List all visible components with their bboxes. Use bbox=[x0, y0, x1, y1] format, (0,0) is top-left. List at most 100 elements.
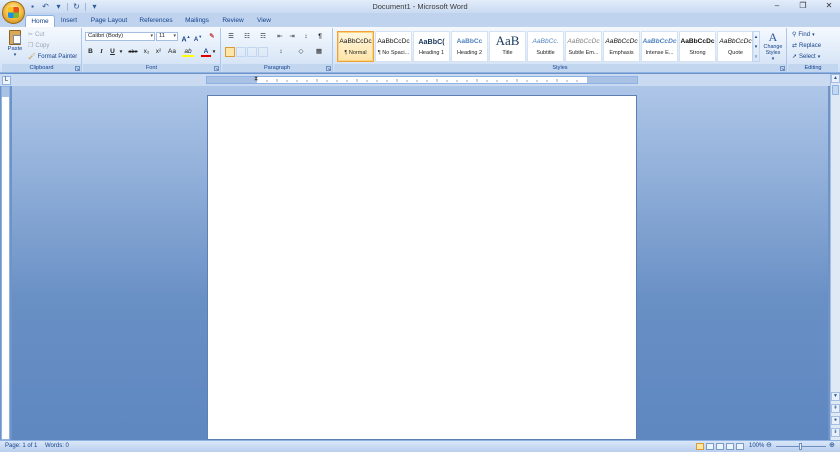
zoom-in-icon[interactable]: ⊕ bbox=[829, 441, 835, 449]
style-preview: AaBbCcDc bbox=[642, 38, 677, 45]
word-count[interactable]: Words: 0 bbox=[45, 443, 69, 449]
font-size-select[interactable]: 11 ▾ bbox=[156, 32, 178, 41]
styles-dialog-launcher-icon[interactable]: ↘ bbox=[780, 66, 785, 71]
select-button[interactable]: ➚ Select ▾ bbox=[792, 52, 820, 61]
next-page-icon[interactable]: ⇟ bbox=[831, 428, 840, 437]
tab-review[interactable]: Review bbox=[218, 15, 248, 27]
decrease-indent-button[interactable]: ⇤ bbox=[275, 32, 285, 42]
vertical-scrollbar[interactable]: ▲ ▼ ⇞ ● ⇟ bbox=[830, 74, 840, 440]
align-left-icon[interactable] bbox=[225, 47, 235, 57]
style-heading-1[interactable]: AaBbC(Heading 1 bbox=[413, 31, 450, 62]
strikethrough-button[interactable]: abe bbox=[127, 47, 139, 57]
horizontal-ruler[interactable]: ⧗ bbox=[206, 76, 638, 84]
font-dialog-launcher-icon[interactable]: ↘ bbox=[214, 66, 219, 71]
style-subtitle[interactable]: AaBbCc. Subtitle bbox=[527, 31, 564, 62]
subscript-button[interactable]: x₂ bbox=[141, 47, 152, 57]
style-name: Subtitle bbox=[536, 50, 555, 56]
tab-insert[interactable]: Insert bbox=[56, 15, 82, 27]
change-styles-button[interactable]: A Change Styles ▾ bbox=[761, 30, 785, 62]
minimize-button[interactable]: – bbox=[770, 1, 784, 11]
browse-object-icon[interactable]: ● bbox=[831, 416, 840, 425]
left-margin-area bbox=[207, 77, 257, 83]
bullets-button[interactable]: ☰ bbox=[225, 32, 237, 42]
line-spacing-button[interactable]: ↕ bbox=[275, 47, 287, 57]
ribbon: Paste ▾ ✂ Cut ❐ Copy 🖌 Format Painter Cl… bbox=[0, 27, 840, 73]
office-button[interactable] bbox=[2, 1, 25, 24]
font-color-dropdown-icon[interactable]: ▾ bbox=[211, 47, 217, 57]
paste-button[interactable]: Paste ▾ bbox=[5, 30, 25, 60]
style-strong[interactable]: AaBbCcDc Strong bbox=[679, 31, 716, 62]
tab-view[interactable]: View bbox=[250, 15, 278, 27]
tab-selector-button[interactable]: L bbox=[2, 76, 11, 85]
highlight-button[interactable]: ab bbox=[182, 47, 194, 57]
style-name: Intense E... bbox=[645, 50, 674, 56]
select-label: Select bbox=[799, 53, 816, 60]
bold-button[interactable]: B bbox=[86, 47, 95, 57]
find-button[interactable]: ⚲ Find ▾ bbox=[792, 30, 815, 39]
full-screen-reading-view-icon[interactable] bbox=[706, 443, 714, 450]
web-layout-view-icon[interactable] bbox=[716, 443, 724, 450]
italic-button[interactable]: I bbox=[97, 47, 106, 57]
style-title[interactable]: AaB Title bbox=[489, 31, 526, 62]
format-painter-button[interactable]: 🖌 Format Painter bbox=[28, 52, 77, 61]
scissors-icon: ✂ bbox=[28, 32, 34, 38]
zoom-slider-thumb[interactable] bbox=[799, 443, 802, 450]
zoom-out-icon[interactable]: ⊖ bbox=[766, 441, 772, 449]
print-layout-view-icon[interactable] bbox=[696, 443, 704, 450]
style-quote[interactable]: AaBbCcDc Quote bbox=[717, 31, 754, 62]
numbering-button[interactable]: ☷ bbox=[241, 32, 253, 42]
zoom-level[interactable]: 100% bbox=[749, 443, 764, 449]
cursor-icon: ➚ bbox=[792, 54, 798, 60]
style-name: ¶ Normal bbox=[344, 50, 367, 56]
page-count[interactable]: Page: 1 of 1 bbox=[5, 443, 37, 449]
align-center-icon[interactable] bbox=[236, 47, 246, 57]
paragraph-dialog-launcher-icon[interactable]: ↘ bbox=[326, 66, 331, 71]
style-emphasis[interactable]: AaBbCcDc Emphasis bbox=[603, 31, 640, 62]
change-styles-label: Change Styles bbox=[763, 44, 783, 56]
increase-indent-button[interactable]: ⇥ bbox=[287, 32, 297, 42]
clear-formatting-button[interactable]: ✎ bbox=[206, 32, 218, 42]
copy-button[interactable]: ❐ Copy bbox=[28, 41, 49, 50]
scroll-down-icon[interactable]: ▼ bbox=[831, 392, 840, 401]
tab-home[interactable]: Home bbox=[25, 15, 55, 27]
previous-page-icon[interactable]: ⇞ bbox=[831, 404, 840, 413]
vertical-ruler[interactable] bbox=[1, 86, 10, 440]
style-no-spaci[interactable]: AaBbCcDc ¶ No Spaci... bbox=[375, 31, 412, 62]
ruler-ticks bbox=[266, 79, 578, 82]
cut-button[interactable]: ✂ Cut bbox=[28, 30, 44, 39]
scroll-thumb[interactable] bbox=[832, 85, 839, 95]
align-right-icon[interactable] bbox=[247, 47, 257, 57]
scroll-up-icon[interactable]: ▲ bbox=[831, 74, 840, 83]
justify-icon[interactable] bbox=[258, 47, 268, 57]
binoculars-icon: ⚲ bbox=[792, 32, 797, 38]
document-page[interactable] bbox=[207, 95, 637, 440]
clipboard-dialog-launcher-icon[interactable]: ↘ bbox=[75, 66, 80, 71]
sort-button[interactable]: ↕ bbox=[301, 32, 311, 42]
replace-button[interactable]: ⇄ Replace bbox=[792, 41, 821, 50]
style-normal[interactable]: AaBbCcDc ¶ Normal bbox=[337, 31, 374, 62]
show-formatting-marks-button[interactable]: ¶ bbox=[315, 32, 325, 42]
shrink-font-button[interactable]: A▼ bbox=[193, 32, 203, 43]
font-family-select[interactable]: Calibri (Body) ▾ bbox=[85, 32, 155, 41]
outline-view-icon[interactable] bbox=[726, 443, 734, 450]
tab-references[interactable]: References bbox=[134, 15, 178, 27]
restore-button[interactable]: ❐ bbox=[796, 1, 810, 11]
tab-mailings[interactable]: Mailings bbox=[180, 15, 214, 27]
tab-page-layout[interactable]: Page Layout bbox=[86, 15, 132, 27]
superscript-button[interactable]: x² bbox=[153, 47, 164, 57]
grow-font-button[interactable]: A▲ bbox=[181, 32, 191, 43]
gallery-scroll[interactable]: ▴ ▾ ▿ bbox=[752, 31, 760, 62]
borders-button[interactable]: ▦ bbox=[312, 47, 326, 57]
style-intense-e[interactable]: AaBbCcDc Intense E... bbox=[641, 31, 678, 62]
close-button[interactable]: ✕ bbox=[822, 1, 836, 11]
chevron-down-icon: ▾ bbox=[173, 33, 176, 39]
draft-view-icon[interactable] bbox=[736, 443, 744, 450]
underline-dropdown-icon[interactable]: ▾ bbox=[118, 47, 124, 57]
shading-button[interactable]: ◇ bbox=[294, 47, 308, 57]
style-heading-2[interactable]: AaBbCc Heading 2 bbox=[451, 31, 488, 62]
font-color-button[interactable]: A bbox=[201, 47, 211, 57]
underline-button[interactable]: U bbox=[108, 47, 117, 57]
change-case-button[interactable]: Aa bbox=[166, 47, 178, 57]
multilevel-list-button[interactable]: ☶ bbox=[257, 32, 269, 42]
style-subtle-em[interactable]: AaBbCcDc Subtle Em... bbox=[565, 31, 602, 62]
